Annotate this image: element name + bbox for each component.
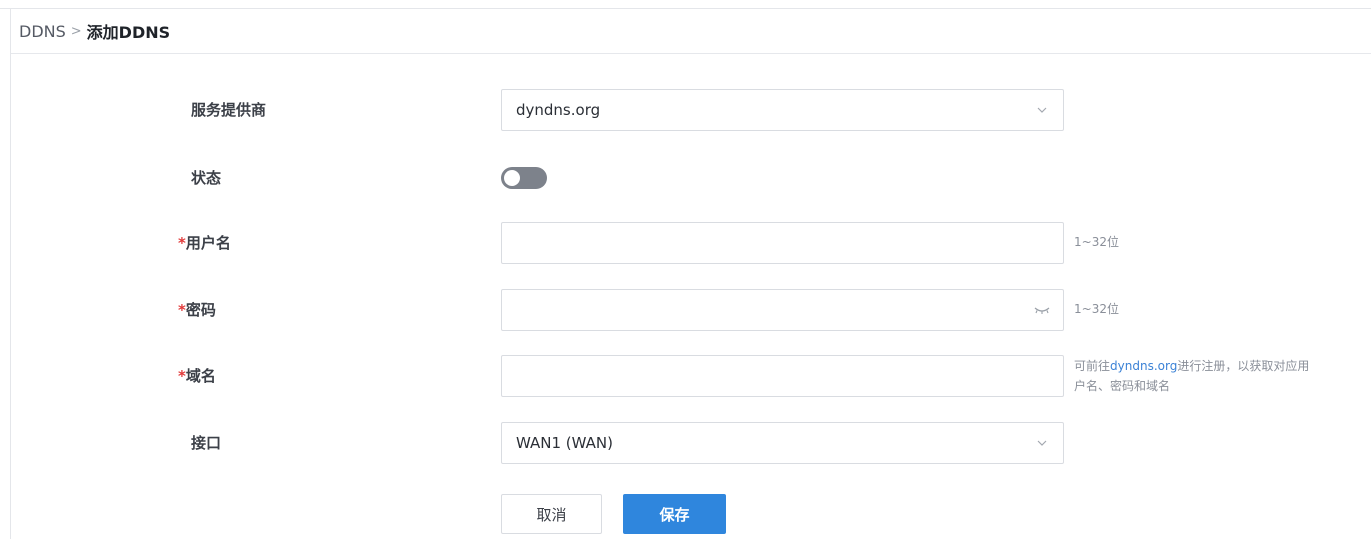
required-mark: * — [178, 234, 186, 252]
save-button[interactable]: 保存 — [623, 494, 726, 534]
username-label: *用户名 — [178, 233, 338, 253]
eye-closed-icon[interactable] — [1031, 302, 1053, 318]
username-hint: 1~32位 — [1074, 235, 1119, 249]
page-header: DDNS > 添加DDNS — [11, 9, 1371, 54]
domain-label-text: 域名 — [185, 367, 216, 385]
domain-hint: 可前往dyndns.org进行注册，以获取对应用 户名、密码和域名 — [1074, 356, 1309, 396]
interface-select-value: WAN1 (WAN) — [516, 434, 614, 452]
provider-select-value: dyndns.org — [516, 101, 601, 119]
left-border — [10, 8, 11, 539]
status-toggle[interactable] — [501, 167, 547, 189]
breadcrumb: DDNS > 添加DDNS — [19, 9, 170, 53]
toggle-knob — [504, 170, 520, 186]
domain-hint-line2: 户名、密码和域名 — [1074, 379, 1171, 393]
page-title: 添加DDNS — [86, 23, 171, 42]
password-label: *密码 — [178, 300, 338, 320]
cancel-button[interactable]: 取消 — [501, 494, 602, 534]
breadcrumb-parent-link[interactable]: DDNS — [19, 22, 66, 41]
password-hint: 1~32位 — [1074, 302, 1119, 316]
provider-select[interactable]: dyndns.org — [501, 89, 1064, 131]
breadcrumb-separator: > — [70, 23, 82, 39]
required-mark: * — [178, 367, 186, 385]
provider-label-text: 服务提供商 — [191, 101, 267, 119]
chevron-down-icon — [1035, 103, 1049, 117]
required-mark: * — [178, 301, 186, 319]
dyndns-register-link[interactable]: dyndns.org — [1110, 359, 1177, 373]
status-label-text: 状态 — [191, 169, 222, 187]
chevron-down-icon — [1035, 436, 1049, 450]
domain-hint-line1: 可前往dyndns.org进行注册，以获取对应用 — [1074, 356, 1309, 376]
username-input[interactable] — [501, 222, 1064, 264]
password-input[interactable] — [501, 289, 1064, 331]
provider-label: 服务提供商 — [191, 100, 351, 120]
ddns-add-page: DDNS > 添加DDNS 服务提供商 dyndns.org 状态 *用户名 1… — [0, 0, 1371, 539]
interface-select[interactable]: WAN1 (WAN) — [501, 422, 1064, 464]
status-label: 状态 — [191, 168, 351, 188]
password-label-text: 密码 — [185, 301, 216, 319]
domain-hint-prefix: 可前往 — [1074, 359, 1111, 373]
domain-input[interactable] — [501, 355, 1064, 397]
interface-label: 接口 — [191, 433, 351, 453]
domain-label: *域名 — [178, 366, 338, 386]
username-label-text: 用户名 — [185, 234, 231, 252]
domain-hint-suffix: 进行注册，以获取对应用 — [1177, 359, 1310, 373]
interface-label-text: 接口 — [191, 434, 222, 452]
